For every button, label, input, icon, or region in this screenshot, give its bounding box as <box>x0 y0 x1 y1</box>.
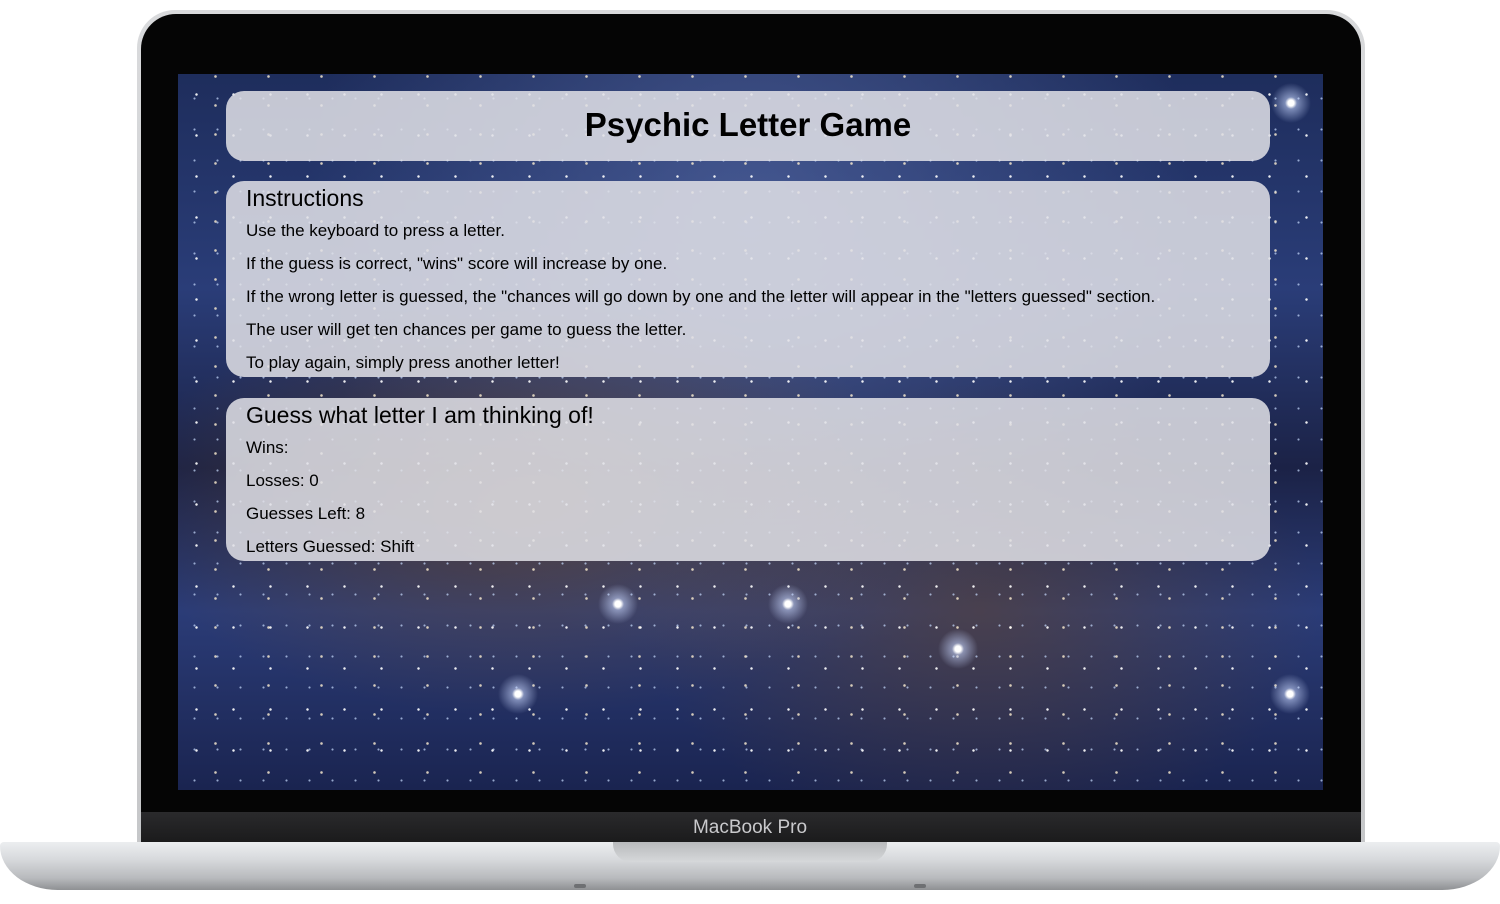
wins-counter: Wins: <box>246 438 289 457</box>
instruction-line: If the guess is correct, "wins" score wi… <box>246 254 668 273</box>
star-flare <box>498 674 538 714</box>
guesses-left-counter: Guesses Left: 8 <box>246 504 366 523</box>
letters-guessed-list: Letters Guessed: Shift <box>246 537 415 556</box>
star-flare <box>1271 83 1311 123</box>
instruction-line: To play again, simply press another lett… <box>246 353 560 372</box>
star-flare <box>768 584 808 624</box>
game-heading: Guess what letter I am thinking of! <box>246 402 594 428</box>
laptop-foot <box>574 884 586 888</box>
browser-viewport: Psychic Letter Game Instructions Use the… <box>178 74 1323 790</box>
header-panel: Psychic Letter Game <box>226 91 1270 161</box>
star-flare <box>938 629 978 669</box>
laptop-frame: Psychic Letter Game Instructions Use the… <box>0 0 1500 904</box>
losses-counter: Losses: 0 <box>246 471 319 490</box>
page-title: Psychic Letter Game <box>584 106 912 143</box>
instructions-heading: Instructions <box>246 185 364 211</box>
laptop-opening-notch <box>613 842 887 862</box>
device-brand-label: MacBook Pro <box>692 817 808 838</box>
instruction-line: The user will get ten chances per game t… <box>246 320 687 339</box>
star-flare <box>598 584 638 624</box>
laptop-foot <box>914 884 926 888</box>
star-flare <box>1270 674 1310 714</box>
instruction-line: Use the keyboard to press a letter. <box>246 221 505 240</box>
instruction-line: If the wrong letter is guessed, the "cha… <box>246 287 1156 306</box>
game-panel: Guess what letter I am thinking of! Wins… <box>226 398 1270 561</box>
instructions-panel: Instructions Use the keyboard to press a… <box>226 181 1270 377</box>
